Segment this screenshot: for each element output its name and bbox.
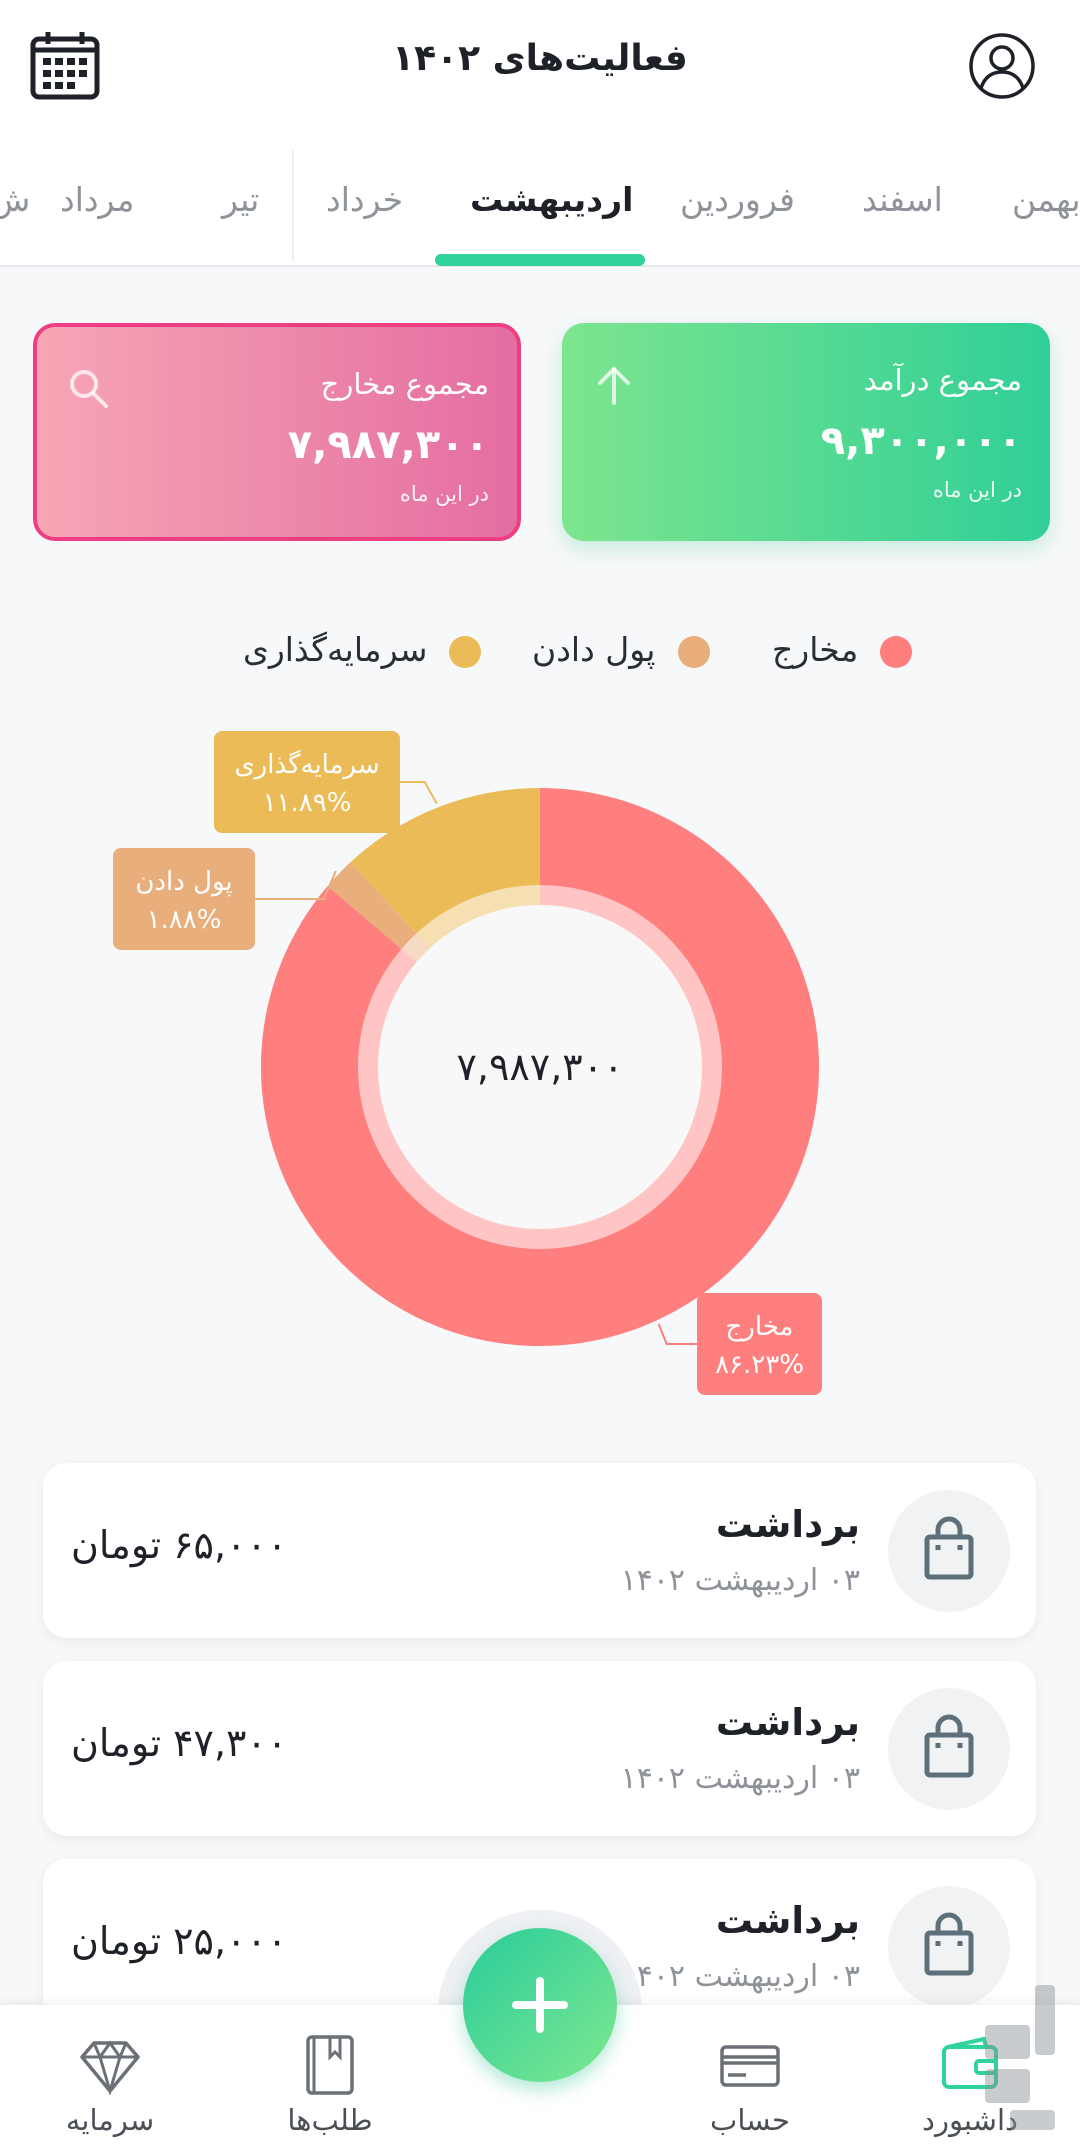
plus-icon — [512, 1977, 568, 2033]
transaction-title: برداشت — [715, 1503, 860, 1546]
store-watermark-logo — [975, 1985, 1065, 2135]
nav-label-debts: طلب‌ها — [287, 2103, 373, 2137]
tab-shahrivar[interactable]: ش — [0, 180, 30, 219]
page-title: فعالیت‌های ۱۴۰۲ — [392, 38, 688, 79]
top-app-bar: فعالیت‌های ۱۴۰۲ — [0, 0, 1080, 130]
tab-farvardin[interactable]: فروردین — [680, 180, 795, 219]
nav-label-investment: سرمایه — [65, 2103, 155, 2137]
transaction-amount: ۲۵,۰۰۰ تومان — [71, 1919, 288, 1963]
legend-dot-investment — [449, 635, 482, 668]
income-title: مجموع درآمد — [863, 363, 1022, 397]
month-tabs: بهمن اسفند فروردین اردیبهشت خرداد تیر مر… — [0, 130, 1080, 267]
transaction-date: ۰۳ اردیبهشت ۱۴۰۲ — [620, 1563, 860, 1598]
expense-donut-chart: ۷,۹۸۷,۳۰۰ مخارج ۸۶.۲۳% پول دادن ۱.۸۸% سرمایه… — [113, 731, 822, 1395]
shopping-bag-icon — [888, 1688, 1010, 1810]
nav-item-investment[interactable]: سرمایه — [25, 2005, 195, 2150]
transaction-row[interactable]: برداشت ۰۳ اردیبهشت ۱۴۰۲ ۶۵,۰۰۰ تومان — [43, 1463, 1036, 1638]
active-tab-indicator — [435, 254, 645, 266]
tab-khordad[interactable]: خرداد — [326, 180, 403, 219]
nav-label-account: حساب — [710, 2103, 790, 2137]
diamond-icon — [80, 2035, 140, 2097]
tab-esfand[interactable]: اسفند — [862, 180, 943, 219]
callout-lending-label: پول دادن — [135, 867, 232, 897]
income-amount: ۹,۳۰۰,۰۰۰ — [820, 418, 1022, 464]
callout-investment-label: سرمایه‌گذاری — [234, 749, 379, 780]
nav-item-account[interactable]: حساب — [665, 2005, 835, 2150]
callout-investment-percent: ۱۱.۸۹% — [263, 788, 352, 818]
transaction-title: برداشت — [715, 1701, 860, 1744]
legend-item-expenses: مخارج — [772, 630, 913, 669]
profile-icon[interactable] — [968, 32, 1036, 100]
tab-ordibehesht[interactable]: اردیبهشت — [470, 180, 633, 219]
nav-item-debts[interactable]: طلب‌ها — [245, 2005, 415, 2150]
expense-title: مجموع مخارج — [320, 367, 489, 401]
legend-label-expenses: مخارج — [772, 630, 859, 669]
arrow-up-icon — [592, 363, 636, 407]
expense-amount: ۷,۹۸۷,۳۰۰ — [287, 422, 489, 468]
add-transaction-button[interactable] — [463, 1928, 617, 2082]
legend-dot-lending — [677, 635, 710, 668]
income-summary-card[interactable]: مجموع درآمد ۹,۳۰۰,۰۰۰ در این ماه — [562, 323, 1050, 541]
legend-label-investment: سرمایه‌گذاری — [243, 630, 428, 669]
tab-tir[interactable]: تیر — [222, 180, 259, 219]
transaction-row[interactable]: برداشت ۰۳ اردیبهشت ۱۴۰۲ ۴۷,۳۰۰ تومان — [43, 1661, 1036, 1836]
callout-expenses-percent: ۸۶.۲۳% — [715, 1350, 804, 1380]
legend-item-lending: پول دادن — [532, 630, 710, 669]
transaction-title: برداشت — [715, 1899, 860, 1942]
legend-label-lending: پول دادن — [532, 630, 656, 669]
expense-summary-card[interactable]: مجموع مخارج ۷,۹۸۷,۳۰۰ در این ماه — [33, 323, 521, 541]
tab-mordad[interactable]: مرداد — [60, 180, 134, 219]
shopping-bag-icon — [888, 1490, 1010, 1612]
transaction-amount: ۶۵,۰۰۰ تومان — [71, 1523, 288, 1567]
callout-leader-line — [400, 781, 438, 805]
chart-legend: مخارج پول دادن سرمایه‌گذاری — [0, 630, 1080, 680]
callout-expenses-label: مخارج — [726, 1312, 794, 1342]
legend-dot-expenses — [880, 635, 913, 668]
book-icon — [300, 2035, 360, 2095]
transaction-date: ۰۳ اردیبهشت ۱۴۰۲ — [620, 1959, 860, 1994]
tab-divider — [292, 150, 294, 262]
tab-bahman[interactable]: بهمن — [1012, 180, 1080, 219]
donut-center-label: ۷,۹۸۷,۳۰۰ — [456, 1045, 623, 1089]
transaction-amount: ۴۷,۳۰۰ تومان — [71, 1721, 288, 1765]
expense-subtitle: در این ماه — [399, 482, 489, 506]
income-subtitle: در این ماه — [932, 478, 1022, 502]
search-icon — [67, 367, 111, 411]
callout-leader-line — [657, 1323, 697, 1345]
transaction-date: ۰۳ اردیبهشت ۱۴۰۲ — [620, 1761, 860, 1796]
callout-lending-percent: ۱.۸۸% — [147, 905, 222, 935]
credit-card-icon — [720, 2035, 780, 2095]
legend-item-investment: سرمایه‌گذاری — [243, 630, 482, 669]
